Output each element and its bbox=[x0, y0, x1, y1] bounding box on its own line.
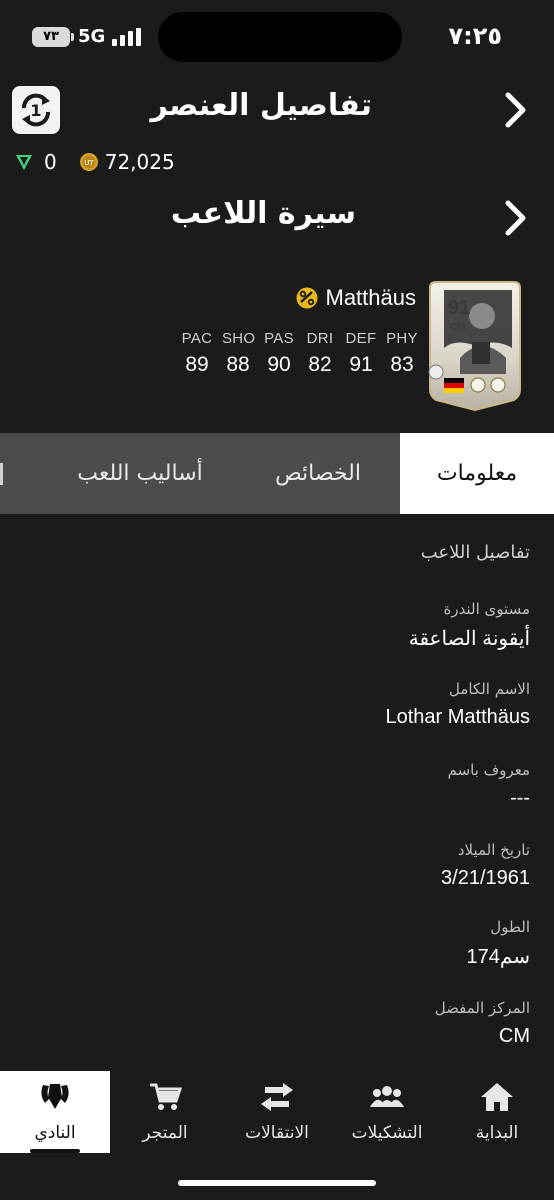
detail-preferred-position: المركز المفضل CM bbox=[434, 999, 530, 1047]
active-tab-indicator bbox=[30, 1149, 80, 1153]
stat-dri: DRI 82 bbox=[306, 330, 334, 376]
nav-squads[interactable]: التشكيلات bbox=[332, 1071, 442, 1153]
chevron-right-icon[interactable] bbox=[502, 198, 530, 238]
card-position: CM bbox=[450, 322, 466, 333]
club-icon bbox=[41, 1084, 69, 1109]
player-stats: PAC 89 SHO 88 PAS 90 DRI 82 DEF 91 PHY 83 bbox=[181, 330, 418, 377]
coin-badge: UT bbox=[84, 159, 94, 167]
dynamic-island bbox=[158, 12, 402, 62]
currency-counters: 0 UT 72,025 bbox=[14, 150, 175, 174]
people-icon bbox=[370, 1086, 404, 1107]
card-rating: 91 bbox=[448, 297, 470, 319]
page-title: تفاصيل العنصر bbox=[150, 88, 372, 123]
detail-height: الطول 174سم bbox=[466, 918, 530, 968]
player-name-row: Matthäus bbox=[296, 285, 417, 311]
chevron-right-icon[interactable] bbox=[502, 90, 530, 130]
home-indicator[interactable] bbox=[178, 1180, 376, 1186]
points-icon bbox=[16, 155, 32, 170]
points-count: 0 bbox=[44, 150, 57, 174]
transfer-icon bbox=[261, 1083, 293, 1111]
nav-home[interactable]: البداية bbox=[442, 1071, 552, 1153]
nav-store[interactable]: المتجر bbox=[110, 1071, 220, 1153]
status-bar: ٧٣ 5G ٧:٢٥ bbox=[0, 0, 554, 78]
network-type: 5G bbox=[78, 26, 106, 47]
svg-text:1: 1 bbox=[30, 101, 41, 120]
stat-sho: SHO 88 bbox=[222, 330, 256, 376]
status-time: ٧:٢٥ bbox=[448, 22, 502, 50]
stat-pac: PAC 89 bbox=[181, 330, 213, 376]
detail-full-name: الاسم الكامل Lothar Matthäus bbox=[385, 680, 530, 728]
refresh-one-icon: 1 bbox=[21, 93, 51, 127]
player-bio-title[interactable]: سيرة اللاعب bbox=[171, 196, 356, 231]
detail-birth-date: تاريخ الميلاد 3/21/1961 bbox=[441, 841, 530, 889]
player-card[interactable]: 91 CM bbox=[426, 278, 524, 412]
battery-icon: ٧٣ bbox=[32, 27, 74, 47]
nav-transfers[interactable]: الانتقالات bbox=[222, 1071, 332, 1153]
nav-club[interactable]: النادي bbox=[0, 1071, 110, 1153]
player-name: Matthäus bbox=[325, 285, 417, 310]
coin-icon: UT bbox=[79, 153, 98, 171]
tab-bar: معلومات الخصائص أساليب اللعب bbox=[0, 433, 554, 514]
chemistry-icon bbox=[296, 287, 317, 309]
cart-icon bbox=[150, 1083, 183, 1110]
stat-def: DEF 91 bbox=[345, 330, 377, 376]
signal-icon bbox=[112, 28, 142, 46]
detail-rarity: مستوى الندرة أيقونة الصاعقة bbox=[408, 600, 530, 650]
tab-playstyles[interactable]: أساليب اللعب bbox=[62, 433, 218, 514]
coin-count: 72,025 bbox=[104, 150, 175, 174]
tab-overflow-indicator bbox=[0, 463, 3, 485]
tab-info[interactable]: معلومات bbox=[400, 433, 554, 514]
app-logo[interactable]: 1 bbox=[12, 86, 60, 134]
stat-pas: PAS 90 bbox=[264, 330, 294, 376]
home-icon bbox=[481, 1083, 513, 1111]
player-details-heading: تفاصيل اللاعب bbox=[420, 542, 530, 563]
detail-known-as: معروف باسم --- bbox=[447, 761, 530, 809]
tab-attributes[interactable]: الخصائص bbox=[244, 433, 392, 514]
stat-phy: PHY 83 bbox=[386, 330, 418, 376]
